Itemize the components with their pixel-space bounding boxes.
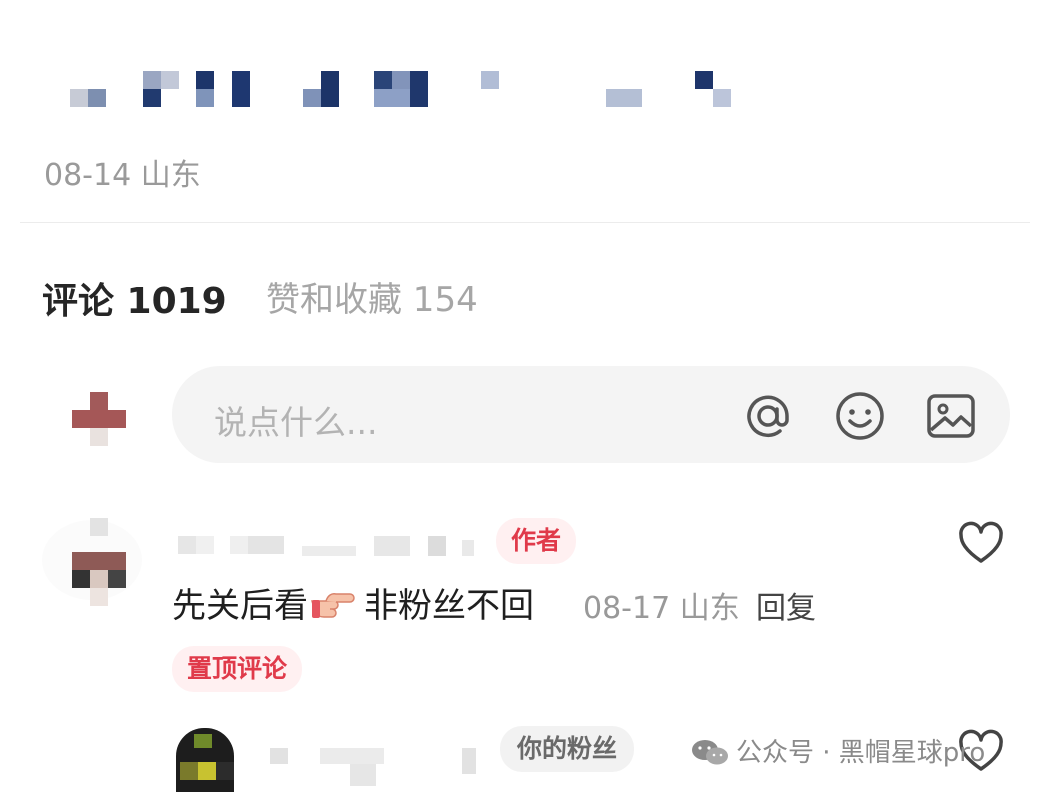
- tab-comments[interactable]: 评论 1019: [42, 272, 227, 324]
- image-icon[interactable]: [923, 388, 979, 444]
- pinned-badge: 置顶评论: [172, 646, 303, 692]
- pointing-hand-emoji-icon: [311, 593, 355, 618]
- reply-button[interactable]: 回复: [756, 583, 816, 627]
- at-icon[interactable]: [740, 388, 796, 444]
- comment-input-placeholder: 说点什么...: [214, 403, 378, 442]
- comment-meta: 08-17 山东: [583, 591, 740, 626]
- author-badge: 作者: [496, 518, 577, 564]
- fan-badge: 你的粉丝: [500, 726, 635, 772]
- post-meta: 08-14 山东: [44, 158, 201, 193]
- comment-text-after: 非粉丝不回: [364, 586, 534, 626]
- comment-text-before: 先关后看: [172, 586, 308, 626]
- divider: [20, 222, 1030, 223]
- comment-text: 先关后看 非粉丝不回: [172, 578, 534, 627]
- heart-icon[interactable]: [957, 520, 1005, 568]
- watermark-text: 公众号 · 黑帽星球pro: [736, 738, 986, 768]
- wechat-icon: [692, 740, 728, 765]
- watermark: 公众号 · 黑帽星球pro: [690, 732, 985, 769]
- emoji-icon[interactable]: [832, 388, 888, 444]
- tab-likes-favorites[interactable]: 赞和收藏 154: [266, 272, 478, 321]
